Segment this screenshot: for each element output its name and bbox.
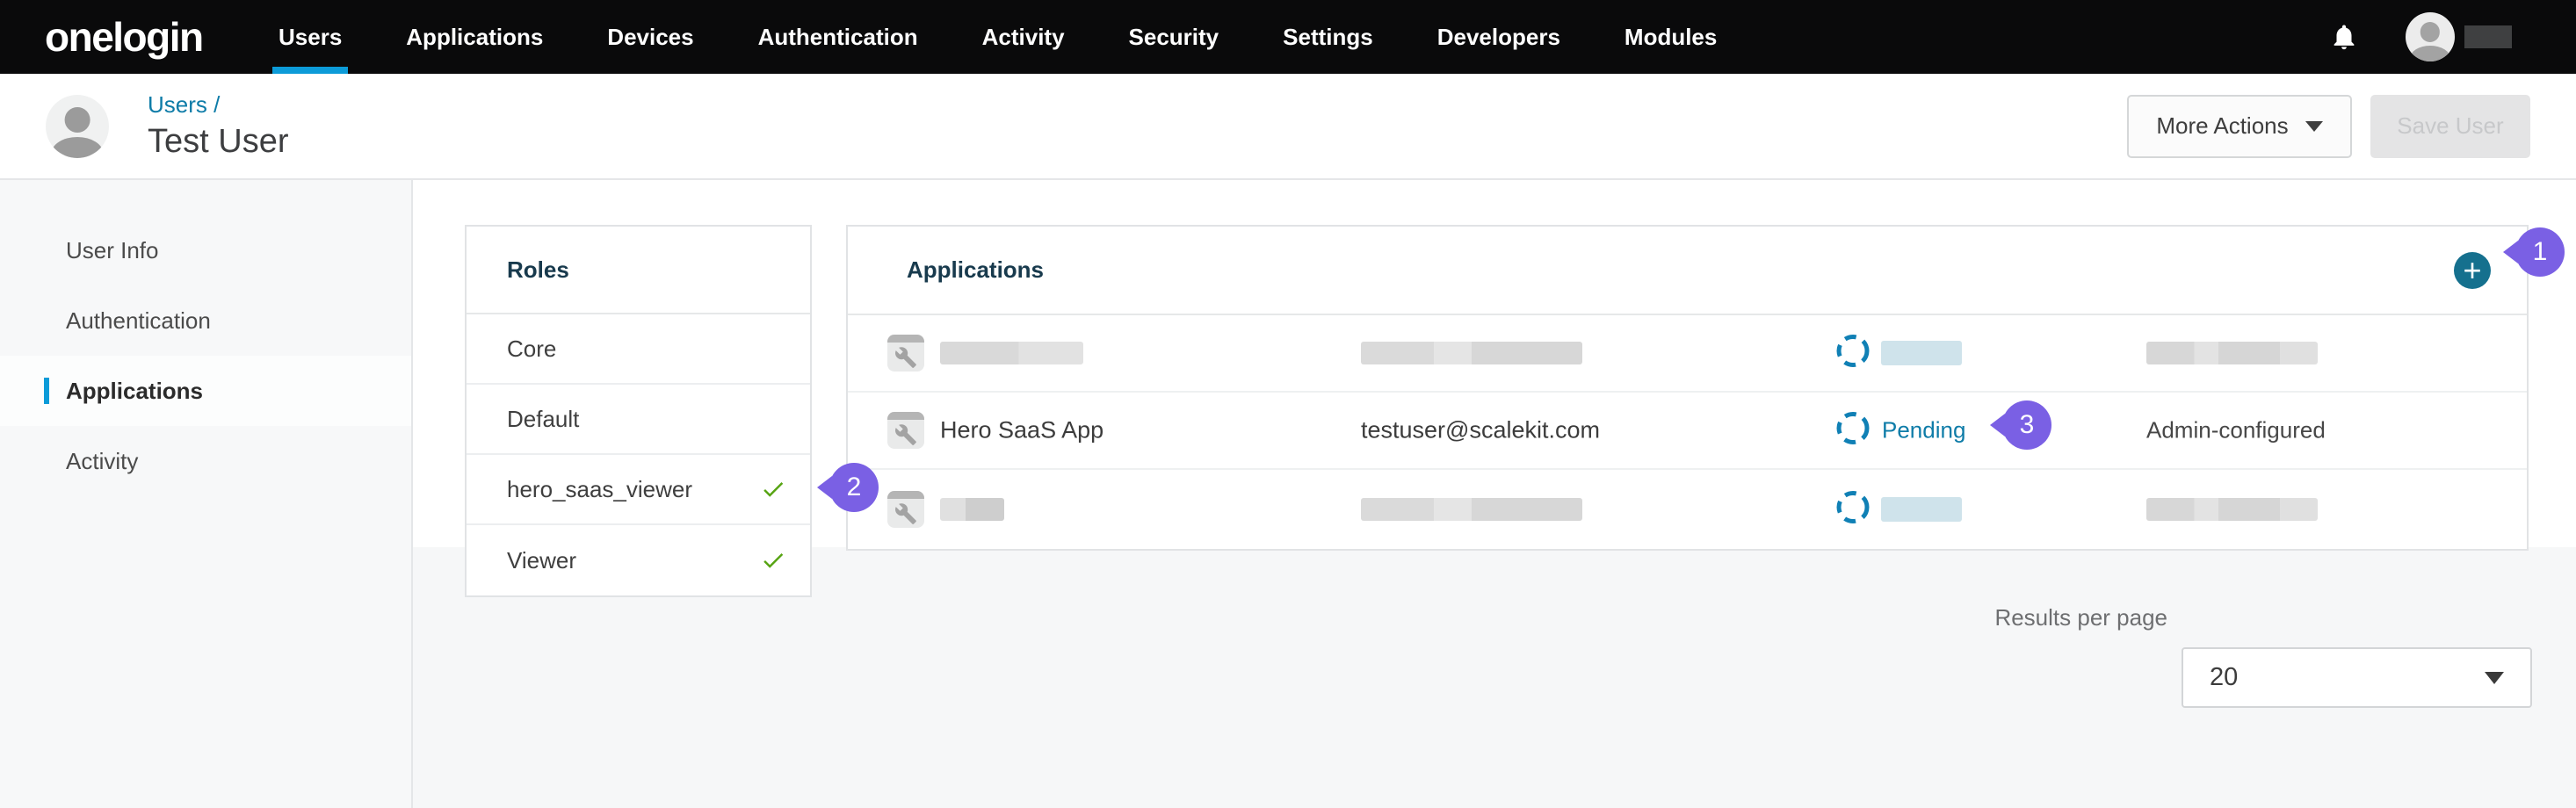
nav-item-activity[interactable]: Activity [982, 0, 1065, 74]
caret-down-icon [2485, 672, 2504, 684]
add-application-button[interactable]: + [2454, 252, 2491, 289]
wrench-app-icon [887, 491, 924, 528]
breadcrumb[interactable]: Users / [148, 91, 288, 119]
primary-nav: Users Applications Devices Authenticatio… [279, 0, 1717, 74]
user-tabs-sidebar: User Info Authentication Applications Ac… [0, 180, 413, 808]
role-row-core[interactable]: Core [467, 314, 810, 385]
applications-panel: Applications + [846, 225, 2529, 551]
applications-panel-header: Applications + [848, 227, 2527, 315]
sidebar-item-label: Applications [66, 378, 203, 405]
roles-title: Roles [507, 256, 569, 284]
app-login: testuser@scalekit.com [1361, 417, 1600, 444]
results-per-page-value: 20 [2210, 663, 2238, 692]
page-title: Test User [148, 123, 288, 161]
nav-item-devices[interactable]: Devices [607, 0, 693, 74]
results-per-page-select[interactable]: 20 [2182, 647, 2532, 708]
page-body: User Info Authentication Applications Ac… [0, 180, 2576, 808]
role-row-viewer[interactable]: Viewer [467, 525, 810, 595]
login-skeleton [1361, 498, 1582, 521]
application-row-hero-saas-app[interactable]: Hero SaaS App testuser@scalekit.com Pend… [848, 393, 2527, 470]
sidebar-item-authentication[interactable]: Authentication [0, 285, 411, 356]
nav-item-modules[interactable]: Modules [1624, 0, 1717, 74]
app-name-skeleton [940, 498, 1004, 521]
role-row-default[interactable]: Default [467, 385, 810, 455]
login-skeleton [1361, 342, 1582, 364]
spinner-icon [1835, 411, 1870, 451]
nav-item-users[interactable]: Users [279, 0, 342, 74]
role-name: Core [507, 335, 556, 363]
role-name: Default [507, 406, 579, 433]
status-skeleton [1881, 341, 1962, 365]
wrench-app-icon [887, 412, 924, 449]
applications-title: Applications [907, 256, 1044, 284]
status-skeleton [1881, 497, 1962, 522]
nav-item-security[interactable]: Security [1129, 0, 1219, 74]
user-profile-avatar [46, 95, 109, 158]
header-text-block: Users / Test User [148, 91, 288, 161]
plus-icon: + [2463, 255, 2481, 286]
check-icon [760, 547, 786, 574]
more-actions-label: More Actions [2156, 112, 2288, 140]
nav-item-developers[interactable]: Developers [1437, 0, 1560, 74]
provisioning-state: Admin-configured [2146, 417, 2326, 444]
application-row-loading [848, 315, 2527, 393]
notifications-bell-icon[interactable] [2329, 22, 2359, 56]
top-navigation-bar: onelogin Users Applications Devices Auth… [0, 0, 2576, 74]
provisioning-skeleton [2146, 498, 2318, 521]
nav-item-authentication[interactable]: Authentication [758, 0, 918, 74]
app-name-skeleton [940, 342, 1083, 364]
spinner-icon [1835, 334, 1870, 373]
save-user-button[interactable]: Save User [2370, 95, 2530, 158]
user-page-header: Users / Test User More Actions Save User [0, 74, 2576, 180]
status-pending-link[interactable]: Pending [1882, 417, 1965, 444]
user-avatar-icon [46, 95, 109, 158]
spinner-icon [1835, 490, 1870, 530]
role-name: Viewer [507, 547, 576, 574]
application-row-loading [848, 470, 2527, 549]
role-name: hero_saas_viewer [507, 476, 692, 503]
more-actions-button[interactable]: More Actions [2127, 95, 2352, 158]
app-name: Hero SaaS App [940, 417, 1103, 444]
header-actions: More Actions Save User [2127, 95, 2530, 158]
nav-item-settings[interactable]: Settings [1283, 0, 1373, 74]
save-user-label: Save User [2397, 112, 2503, 140]
main-content: Roles Core Default hero_saas_viewer View… [413, 180, 2576, 808]
sidebar-item-activity[interactable]: Activity [0, 426, 411, 496]
account-avatar[interactable] [2406, 12, 2455, 61]
roles-panel-header: Roles [467, 227, 810, 314]
role-row-hero-saas-viewer[interactable]: hero_saas_viewer [467, 455, 810, 525]
roles-panel: Roles Core Default hero_saas_viewer View… [465, 225, 812, 597]
check-icon [760, 476, 786, 502]
provisioning-skeleton [2146, 342, 2318, 364]
account-name-placeholder[interactable] [2464, 25, 2512, 48]
callout-badge-2: 2 [829, 463, 879, 512]
sidebar-item-applications[interactable]: Applications [0, 356, 411, 426]
sidebar-item-user-info[interactable]: User Info [0, 215, 411, 285]
chevron-down-icon [2305, 121, 2323, 132]
user-avatar-icon [2406, 12, 2455, 61]
callout-badge-3: 3 [2002, 400, 2051, 450]
onelogin-logo[interactable]: onelogin [45, 13, 249, 61]
results-per-page-label: Results per page [1994, 604, 2167, 631]
wrench-app-icon [887, 335, 924, 372]
callout-badge-1: 1 [2515, 227, 2565, 277]
active-tab-indicator [44, 378, 49, 404]
nav-item-applications[interactable]: Applications [406, 0, 543, 74]
